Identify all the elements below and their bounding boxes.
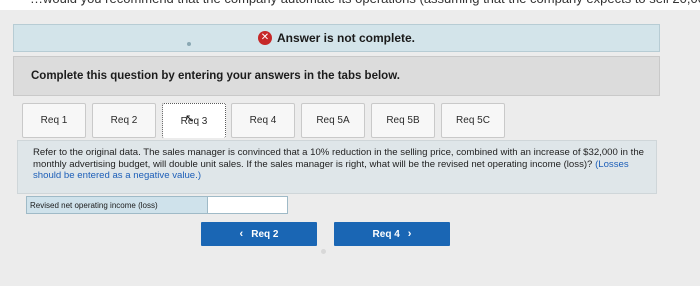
next-req-label: Req 4 [372, 228, 400, 240]
instruction-text: Complete this question by entering your … [31, 70, 400, 82]
question-text: Refer to the original data. The sales ma… [33, 147, 646, 182]
tab-req-1[interactable]: Req 1 [22, 103, 86, 138]
chevron-right-icon: › [407, 228, 412, 240]
prev-req-button[interactable]: ‹ Req 2 [201, 222, 317, 246]
next-req-button[interactable]: Req 4 › [334, 222, 450, 246]
tab-req-2[interactable]: Req 2 [92, 103, 156, 138]
tab-label: Req 1 [40, 115, 68, 126]
chevron-left-icon: ‹ [239, 228, 244, 240]
answer-label: Revised net operating income (loss) [26, 196, 208, 214]
tab-label: Req 2 [110, 115, 138, 126]
error-x-icon: ✕ [257, 31, 272, 45]
tab-label: Req 4 [249, 115, 277, 126]
cropped-question-header: …would you recommend that the company au… [0, 0, 700, 10]
tab-req-5c[interactable]: Req 5C [441, 103, 505, 138]
answer-status-text: Answer is not complete. [276, 31, 416, 45]
answer-status-banner: ✕ Answer is not complete. [13, 24, 660, 52]
tab-req-3[interactable]: ↖ Req 3 [162, 103, 226, 138]
answer-row: Revised net operating income (loss) [26, 196, 288, 214]
question-body: Refer to the original data. The sales ma… [33, 147, 644, 170]
tab-req-5b[interactable]: Req 5B [371, 103, 435, 138]
tab-label: Req 5A [316, 115, 350, 126]
decorative-dot [187, 42, 191, 46]
tab-bar: Req 1 Req 2 ↖ Req 3 Req 4 Req 5A Req 5B … [0, 103, 700, 139]
tab-label: Req 5B [386, 115, 420, 126]
tab-req-5a[interactable]: Req 5A [301, 103, 365, 138]
tab-label: Req 5C [456, 115, 490, 126]
instruction-box: Complete this question by entering your … [13, 56, 660, 96]
tab-req-4[interactable]: Req 4 [231, 103, 295, 138]
prev-req-label: Req 2 [251, 228, 279, 240]
net-operating-income-input[interactable] [208, 196, 288, 214]
decorative-dot [321, 249, 326, 254]
mouse-cursor-icon: ↖ [185, 113, 195, 125]
question-panel: Refer to the original data. The sales ma… [17, 140, 657, 194]
